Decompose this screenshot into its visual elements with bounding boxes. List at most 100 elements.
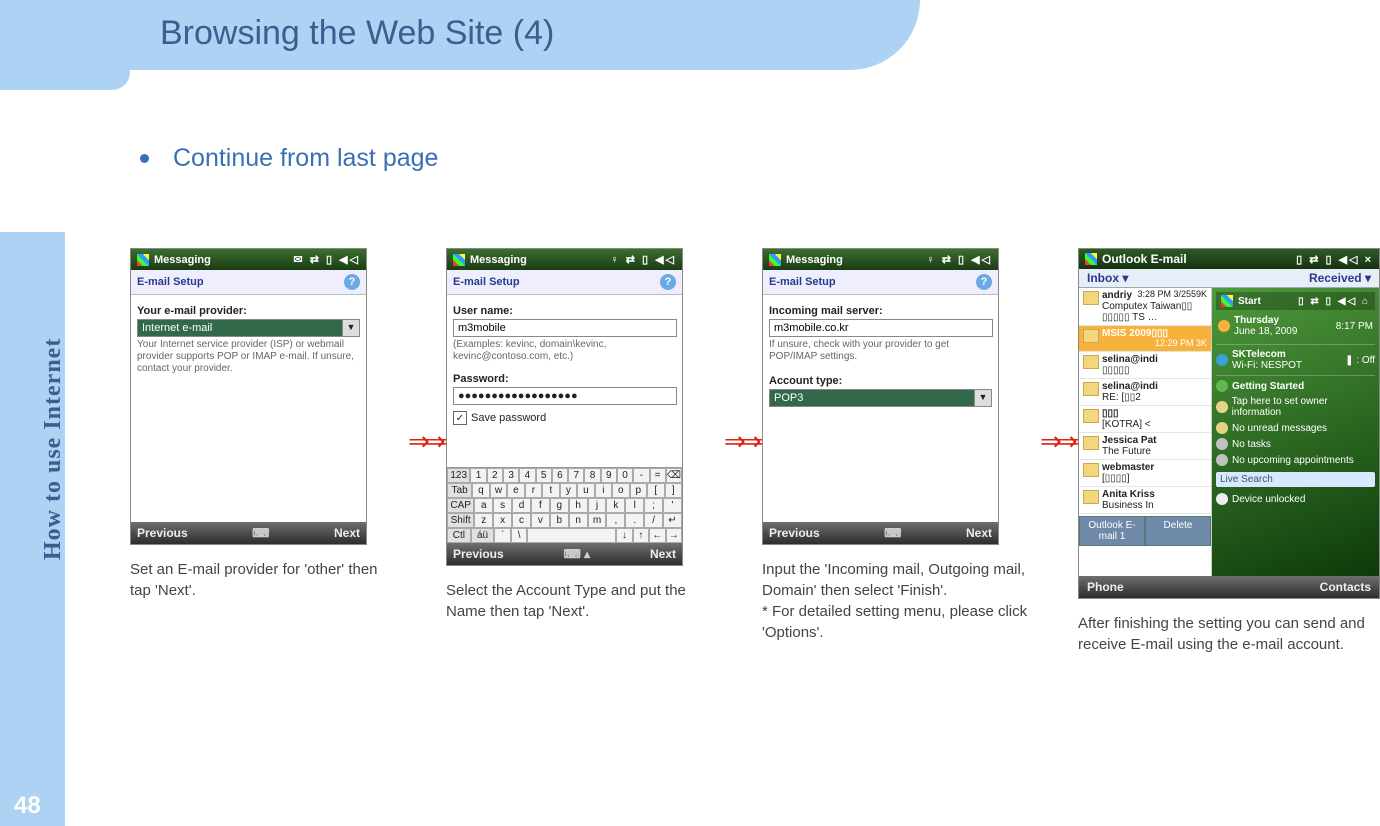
key[interactable]: d	[512, 498, 531, 513]
key[interactable]: j	[588, 498, 607, 513]
key[interactable]: m	[588, 513, 607, 528]
inbox-dropdown[interactable]: Inbox ▾	[1087, 271, 1128, 285]
help-icon[interactable]: ?	[976, 274, 992, 290]
key[interactable]: 3	[503, 468, 519, 483]
key[interactable]: 8	[584, 468, 600, 483]
key[interactable]: e	[507, 483, 524, 498]
key[interactable]: n	[569, 513, 588, 528]
delete-button[interactable]: Delete	[1145, 516, 1211, 546]
key[interactable]: ,	[606, 513, 625, 528]
key[interactable]: ←	[649, 528, 665, 543]
key[interactable]: g	[550, 498, 569, 513]
getting-started-row[interactable]: Getting Started	[1216, 378, 1375, 394]
key[interactable]: o	[612, 483, 629, 498]
owner-row[interactable]: Tap here to set owner information	[1216, 394, 1375, 420]
key[interactable]	[527, 528, 616, 543]
tasks-row[interactable]: No tasks	[1216, 436, 1375, 452]
shot1-next-button[interactable]: Next	[334, 526, 360, 540]
key[interactable]: ↑	[633, 528, 649, 543]
key[interactable]: Ctl	[447, 528, 471, 543]
start-bar[interactable]: Start ▯ ⇄ ▯ ◀◁ ⌂	[1216, 292, 1375, 310]
message-row[interactable]: MSIS 2009▯▯▯ 12:29 PM 3K	[1079, 326, 1211, 352]
soft-keyboard[interactable]: 1231234567890-=⌫Tabqwertyuiop[]CAPasdfgh…	[447, 467, 682, 543]
key[interactable]: x	[493, 513, 512, 528]
message-row[interactable]: Anita Kriss Business In	[1079, 487, 1211, 514]
key[interactable]: r	[525, 483, 542, 498]
key[interactable]: v	[531, 513, 550, 528]
save-password-checkbox[interactable]: ✓ Save password	[453, 411, 676, 425]
shot2-previous-button[interactable]: Previous	[453, 547, 504, 561]
key[interactable]: a	[474, 498, 493, 513]
help-icon[interactable]: ?	[344, 274, 360, 290]
key[interactable]: k	[606, 498, 625, 513]
key[interactable]: áü	[471, 528, 495, 543]
help-icon[interactable]: ?	[660, 274, 676, 290]
key[interactable]: u	[577, 483, 594, 498]
key[interactable]: 123	[447, 468, 470, 483]
shot3-next-button[interactable]: Next	[966, 526, 992, 540]
key[interactable]: 4	[519, 468, 535, 483]
appointments-row[interactable]: No upcoming appointments	[1216, 452, 1375, 468]
account-type-dropdown[interactable]: POP3 ▼	[769, 389, 992, 407]
key[interactable]: 6	[552, 468, 568, 483]
lock-row[interactable]: Device unlocked	[1216, 491, 1375, 507]
message-row[interactable]: selina@indi ▯▯▯▯▯	[1079, 352, 1211, 379]
key[interactable]: f	[531, 498, 550, 513]
key[interactable]: \	[511, 528, 527, 543]
unread-row[interactable]: No unread messages	[1216, 420, 1375, 436]
key[interactable]: '	[663, 498, 682, 513]
key[interactable]: `	[494, 528, 510, 543]
key[interactable]: w	[490, 483, 507, 498]
key[interactable]: ;	[644, 498, 663, 513]
key[interactable]: 0	[617, 468, 633, 483]
key[interactable]: 2	[487, 468, 503, 483]
key[interactable]: .	[625, 513, 644, 528]
key[interactable]: Shift	[447, 513, 474, 528]
keyboard-icon[interactable]: ⌨	[820, 526, 966, 540]
key[interactable]: h	[569, 498, 588, 513]
dropdown-arrow-icon[interactable]: ▼	[975, 389, 992, 407]
received-dropdown[interactable]: Received ▾	[1309, 271, 1371, 285]
key[interactable]: ]	[665, 483, 682, 498]
key[interactable]: l	[625, 498, 644, 513]
key[interactable]: c	[512, 513, 531, 528]
username-input[interactable]	[453, 319, 677, 337]
message-row[interactable]: ▯▯▯ [KOTRA] <	[1079, 406, 1211, 433]
key[interactable]: t	[542, 483, 559, 498]
key[interactable]: q	[472, 483, 489, 498]
key[interactable]: ↵	[663, 513, 682, 528]
keyboard-icon[interactable]: ⌨ ▴	[504, 547, 650, 561]
key[interactable]: y	[560, 483, 577, 498]
key[interactable]: ⌫	[666, 468, 682, 483]
key[interactable]: z	[474, 513, 493, 528]
key[interactable]: →	[666, 528, 682, 543]
key[interactable]: 7	[568, 468, 584, 483]
dropdown-arrow-icon[interactable]: ▼	[343, 319, 360, 337]
key[interactable]: i	[595, 483, 612, 498]
message-row[interactable]: webmaster [▯▯▯▯]	[1079, 460, 1211, 487]
live-search[interactable]: Live Search	[1216, 472, 1375, 487]
key[interactable]: 1	[470, 468, 486, 483]
key[interactable]: /	[644, 513, 663, 528]
key[interactable]: 5	[536, 468, 552, 483]
key[interactable]: -	[633, 468, 649, 483]
shot1-previous-button[interactable]: Previous	[137, 526, 188, 540]
key[interactable]: [	[647, 483, 664, 498]
key[interactable]: p	[630, 483, 647, 498]
contacts-softkey[interactable]: Contacts	[1320, 580, 1371, 594]
message-row[interactable]: selina@indi RE: [▯▯2	[1079, 379, 1211, 406]
server-input[interactable]	[769, 319, 993, 337]
provider-dropdown[interactable]: Internet e-mail ▼	[137, 319, 360, 337]
outlook-account-button[interactable]: Outlook E-mail 1	[1079, 516, 1145, 546]
key[interactable]: =	[650, 468, 666, 483]
phone-softkey[interactable]: Phone	[1087, 580, 1124, 594]
shot3-previous-button[interactable]: Previous	[769, 526, 820, 540]
key[interactable]: ↓	[616, 528, 632, 543]
key[interactable]: 9	[601, 468, 617, 483]
key[interactable]: CAP	[447, 498, 474, 513]
message-row[interactable]: andriy 3:28 PM 3/2559KComputex Taiwan▯▯ …	[1079, 288, 1211, 326]
key[interactable]: Tab	[447, 483, 472, 498]
password-input[interactable]: ●●●●●●●●●●●●●●●●●●	[453, 387, 677, 405]
keyboard-icon[interactable]: ⌨	[188, 526, 334, 540]
key[interactable]: b	[550, 513, 569, 528]
